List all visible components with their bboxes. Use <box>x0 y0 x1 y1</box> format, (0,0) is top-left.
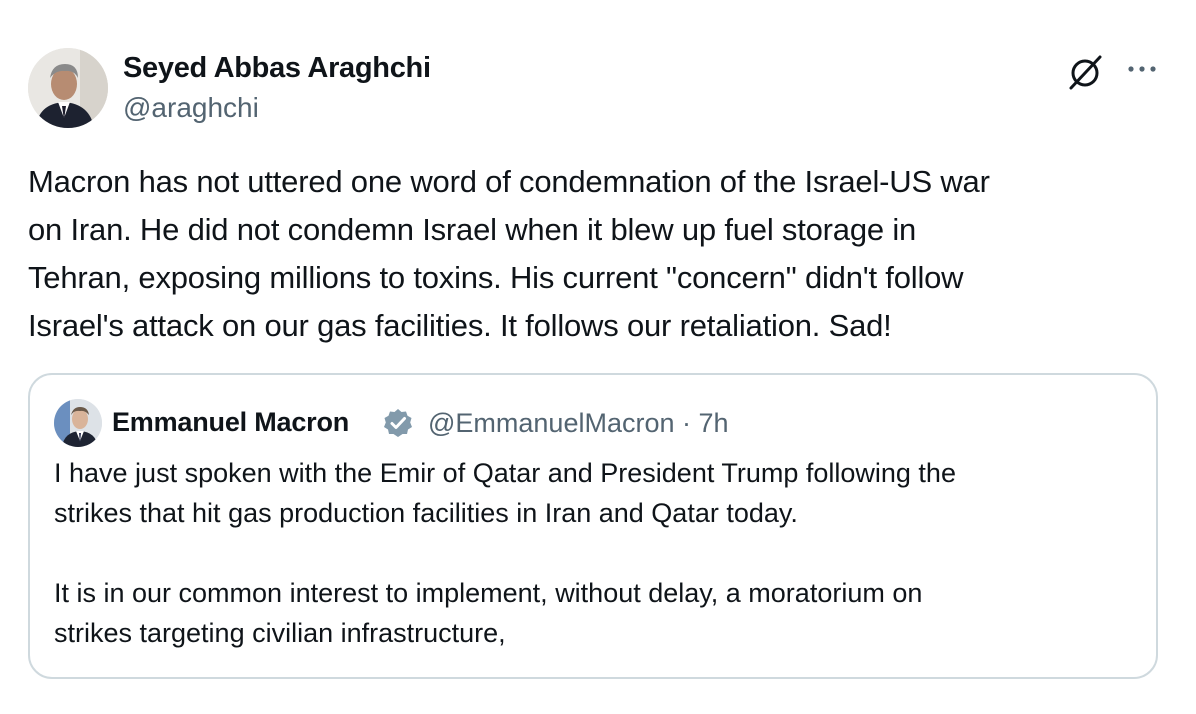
author-handle[interactable]: @araghchi <box>123 92 259 124</box>
quote-text-blank-line <box>54 533 1134 573</box>
author-avatar[interactable] <box>28 48 108 128</box>
quote-avatar-photo <box>54 399 102 447</box>
author-name[interactable]: Seyed Abbas Araghchi <box>123 52 431 85</box>
verified-badge-icon <box>382 407 414 439</box>
tweet-text-line: Israel's attack on our gas facilities. I… <box>28 308 892 343</box>
tweet-text-line: on Iran. He did not condemn Israel when … <box>28 212 917 247</box>
more-options-icon[interactable] <box>1124 54 1160 84</box>
quoted-tweet[interactable]: Emmanuel Macron @EmmanuelMacron · 7h I h… <box>28 373 1158 679</box>
author-avatar-photo <box>28 48 108 128</box>
quote-text-line: strikes targeting civilian infrastructur… <box>54 618 506 648</box>
quote-text-line: It is in our common interest to implemen… <box>54 578 923 608</box>
tweet-text-line: Macron has not uttered one word of conde… <box>28 164 990 199</box>
tweet-card: Seyed Abbas Araghchi @araghchi Macron ha… <box>0 0 1196 714</box>
tweet-text: Macron has not uttered one word of conde… <box>28 158 1168 350</box>
tweet-text-line: Tehran, exposing millions to toxins. His… <box>28 260 964 295</box>
quote-text: I have just spoken with the Emir of Qata… <box>54 453 1134 653</box>
quote-author-avatar[interactable] <box>54 399 102 447</box>
quote-author-name[interactable]: Emmanuel Macron <box>112 407 349 438</box>
quote-text-line: I have just spoken with the Emir of Qata… <box>54 458 956 488</box>
quote-handle-timestamp[interactable]: @EmmanuelMacron · 7h <box>428 408 729 439</box>
quote-text-line: strikes that hit gas production faciliti… <box>54 498 798 528</box>
grok-icon[interactable] <box>1066 52 1106 92</box>
